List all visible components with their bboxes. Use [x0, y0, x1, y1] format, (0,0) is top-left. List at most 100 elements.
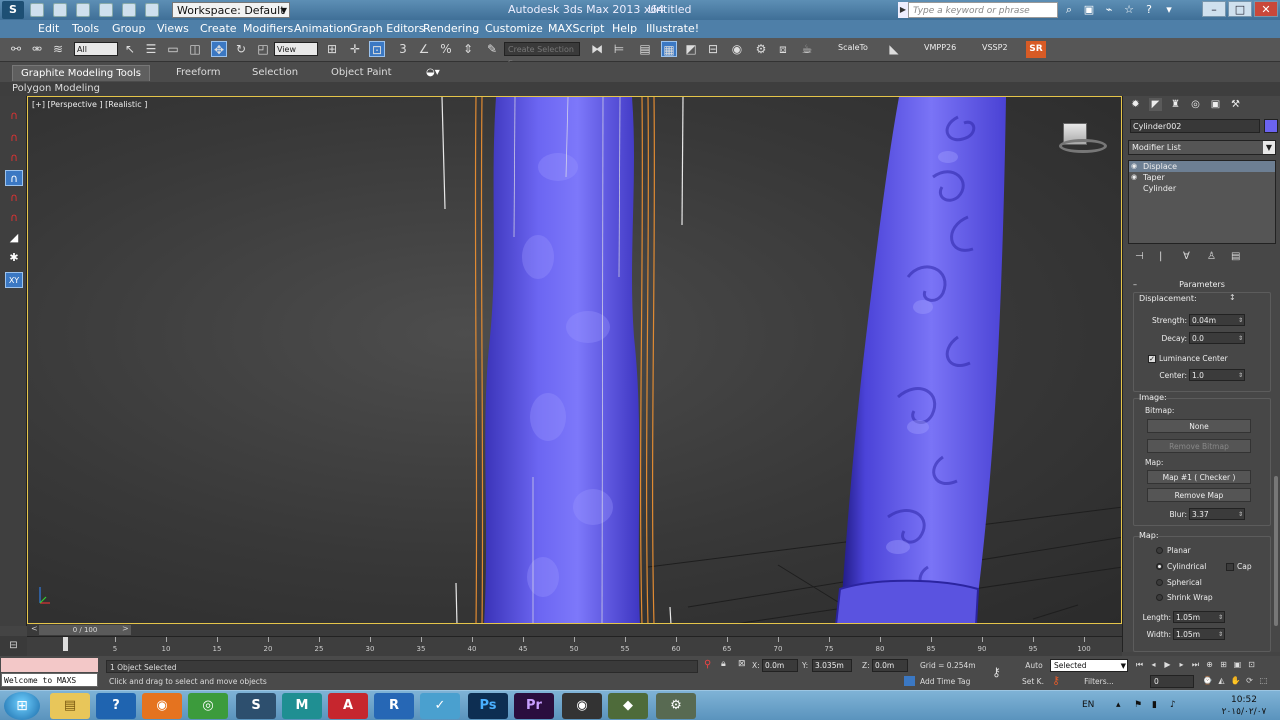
minimize-icon[interactable]: –	[1202, 1, 1226, 17]
menu-modifiers[interactable]: Modifiers	[243, 22, 293, 35]
create-tab-icon[interactable]: ✹	[1129, 98, 1142, 111]
spinner-arrows-icon[interactable]: ⇕	[1238, 509, 1243, 520]
custom-script-icon[interactable]: ◣	[886, 41, 902, 57]
zoom-all-icon[interactable]: ⊞	[1218, 659, 1229, 670]
magnet-icon[interactable]: ∩	[5, 190, 23, 206]
modify-tab-icon[interactable]: ◤	[1149, 98, 1162, 111]
curve-editor-icon[interactable]: ◩	[683, 41, 699, 57]
magnet-icon[interactable]: ∩	[5, 130, 23, 146]
track-bar[interactable]: 5 10 15 20 25 30 35 40 45 50 55 60 65 70 75 80 85 90 95 100	[27, 636, 1122, 656]
play-icon[interactable]: ▶	[1162, 659, 1173, 670]
camera-app-icon[interactable]: ◉	[562, 693, 602, 719]
time-slider-knob[interactable]: 0 / 100	[39, 625, 131, 635]
redo-icon[interactable]	[122, 3, 136, 17]
time-config-icon[interactable]: ⌚	[1202, 675, 1213, 686]
fov-icon[interactable]: ◭	[1216, 675, 1227, 686]
magnet-icon[interactable]: ∩	[5, 210, 23, 226]
key-icon[interactable]: ⚷	[992, 665, 1001, 679]
go-to-start-icon[interactable]: ⏮	[1134, 659, 1145, 670]
make-unique-icon[interactable]: ∀	[1183, 251, 1195, 263]
luminance-center-checkbox[interactable]: ✓	[1148, 355, 1156, 363]
bitmap-none-button[interactable]: None	[1147, 419, 1251, 433]
menu-create[interactable]: Create	[200, 22, 237, 35]
remove-map-button[interactable]: Remove Map	[1147, 488, 1251, 502]
remove-modifier-icon[interactable]: ♙	[1207, 251, 1219, 263]
render-teapot-icon[interactable]: ☕	[799, 41, 815, 57]
start-button-icon[interactable]: ⊞	[4, 692, 40, 720]
keyboard-shortcut-override-icon[interactable]: ⊡	[369, 41, 385, 57]
menu-illustrate[interactable]: Illustrate!	[646, 22, 699, 35]
object-name-field[interactable]: Cylinder002	[1130, 119, 1260, 133]
schematic-view-icon[interactable]: ⊟	[705, 41, 721, 57]
vssp-button[interactable]: VSSP2	[982, 43, 1008, 52]
menu-animation[interactable]: Animation	[294, 22, 350, 35]
rect-selection-icon[interactable]: ▭	[165, 41, 181, 57]
zoom-extents-all-icon[interactable]: ⊡	[1246, 659, 1257, 670]
window-crossing-icon[interactable]: ◫	[187, 41, 203, 57]
maxscript-mini-listener[interactable]: Welcome to MAXS	[1, 673, 98, 687]
viewport-label[interactable]: [+] [Perspective ] [Realistic ]	[32, 100, 147, 109]
pin-icon[interactable]: ◢	[5, 230, 23, 246]
key-filter-select[interactable]: Selected ▼	[1050, 659, 1128, 672]
sketch-app-icon[interactable]: ✓	[420, 693, 460, 719]
premiere-app-icon[interactable]: Pr	[514, 693, 554, 719]
center-spinner[interactable]: 1.0 ⇕	[1189, 369, 1245, 381]
named-selection-set-field[interactable]: Create Selection S	[504, 42, 580, 68]
tab-selection[interactable]: Selection	[244, 65, 306, 81]
cap-checkbox[interactable]	[1226, 563, 1234, 571]
decay-spinner[interactable]: 0.0 ⇕	[1189, 332, 1245, 344]
workspace-select[interactable]: Workspace: Default ▼	[172, 2, 290, 18]
project-folder-icon[interactable]	[145, 3, 159, 17]
app-logo-icon[interactable]: S	[2, 1, 24, 19]
go-to-end-icon[interactable]: ⏭	[1190, 659, 1201, 670]
remove-bitmap-button[interactable]: Remove Bitmap	[1147, 439, 1251, 453]
game-app-icon[interactable]: ◆	[608, 693, 648, 719]
pivot-center-icon[interactable]: ⊞	[324, 41, 340, 57]
viewcube-compass[interactable]	[1059, 139, 1107, 153]
object-color-swatch[interactable]	[1264, 119, 1278, 133]
select-by-name-icon[interactable]: ☰	[143, 41, 159, 57]
strength-spinner[interactable]: 0.04m ⇕	[1189, 314, 1245, 326]
3dsmax-app-icon[interactable]: S	[236, 693, 276, 719]
ribbon-options-icon[interactable]: ◒▾	[418, 65, 448, 81]
zoom-icon[interactable]: ⊕	[1204, 659, 1215, 670]
bind-spacewarp-icon[interactable]: ≋	[50, 41, 66, 57]
hierarchy-tab-icon[interactable]: ♜	[1169, 98, 1182, 111]
search-expand-icon[interactable]: ▶	[898, 2, 908, 18]
select-scale-icon[interactable]: ◰	[255, 41, 271, 57]
display-tab-icon[interactable]: ▣	[1209, 98, 1222, 111]
motion-tab-icon[interactable]: ◎	[1189, 98, 1202, 111]
spinner-arrows-icon[interactable]: ⇕	[1218, 629, 1223, 640]
layer-manager-icon[interactable]: ▤	[637, 41, 653, 57]
maximize-icon[interactable]: □	[1228, 1, 1252, 17]
spherical-radio[interactable]	[1156, 579, 1163, 586]
set-key-button[interactable]: Set K.	[1020, 675, 1046, 688]
binoculars-icon[interactable]: ⌕	[1062, 3, 1076, 17]
photoshop-app-icon[interactable]: Ps	[468, 693, 508, 719]
firefox-app-icon[interactable]: ◉	[142, 693, 182, 719]
parameters-rollout-header[interactable]: – Parameters	[1123, 280, 1280, 289]
current-frame-field[interactable]: 0	[1150, 675, 1194, 688]
isolate-icon[interactable]: ⚲	[704, 659, 711, 670]
menu-group[interactable]: Group	[112, 22, 146, 35]
stack-item-cylinder[interactable]: Cylinder	[1129, 183, 1275, 194]
subscription-icon[interactable]: ▣	[1082, 3, 1096, 17]
sr-button[interactable]: SR	[1026, 41, 1046, 58]
snaps-toggle-icon[interactable]: 3	[395, 41, 411, 57]
close-icon[interactable]: ✕	[1254, 1, 1278, 17]
time-next-arrow[interactable]: >	[122, 624, 129, 633]
tab-freeform[interactable]: Freeform	[168, 65, 229, 81]
edit-named-selection-icon[interactable]: ✎	[484, 41, 500, 57]
show-end-result-icon[interactable]: |	[1159, 251, 1171, 263]
planar-radio[interactable]	[1156, 547, 1163, 554]
visibility-icon[interactable]: ◉	[1131, 161, 1137, 172]
stack-item-taper[interactable]: ◉ Taper	[1129, 172, 1275, 183]
set-key-icon[interactable]: ⚷	[1052, 674, 1060, 687]
time-prev-arrow[interactable]: <	[31, 624, 38, 633]
configure-sets-icon[interactable]: ▤	[1231, 251, 1243, 263]
chrome-app-icon[interactable]: ◎	[188, 693, 228, 719]
next-frame-icon[interactable]: ▸	[1176, 659, 1187, 670]
y-coordinate-field[interactable]: 3.035m	[812, 659, 852, 672]
new-file-icon[interactable]	[30, 3, 44, 17]
spinner-arrows-icon[interactable]: ⇕	[1238, 315, 1243, 326]
